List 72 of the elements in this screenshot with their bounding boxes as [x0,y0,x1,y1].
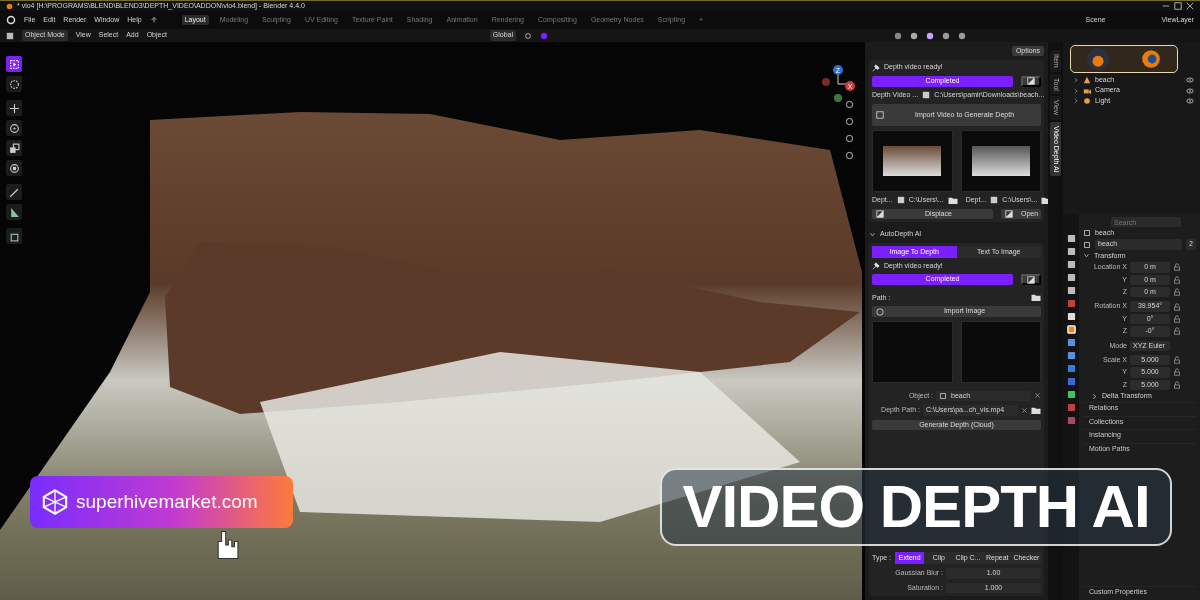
folder-icon[interactable] [1031,405,1041,415]
upload-icon[interactable] [149,16,158,24]
cursor-icon[interactable] [8,78,20,90]
lock-icon[interactable] [1173,380,1181,389]
info-icon [876,307,884,316]
lock-icon[interactable] [1173,288,1181,297]
output-tab-icon[interactable] [1066,260,1076,269]
light-icon [1083,96,1091,105]
view-layer-tab-icon[interactable] [1066,273,1076,282]
object-icon [939,391,947,400]
minimize-icon[interactable] [1162,2,1170,10]
transform-icon[interactable] [8,162,20,174]
checkbox-icon [876,110,884,119]
scale-icon[interactable] [8,142,20,154]
image-icon [1005,209,1013,218]
cube-icon [6,31,14,40]
lock-icon[interactable] [1173,263,1181,272]
hexagon-logo-icon [42,489,68,515]
modifiers-tab-icon[interactable] [1066,338,1076,347]
eye-icon[interactable] [1186,76,1194,85]
image-button[interactable] [1021,274,1041,286]
world-tab-icon[interactable] [1066,299,1076,308]
bee-logo-icon [1086,48,1109,70]
file-icon [922,91,931,100]
blender-logo-icon [1139,48,1162,70]
pencil-icon[interactable] [8,186,20,198]
image-icon [1027,77,1035,86]
object-tab-icon[interactable] [1066,325,1076,334]
physics-tab-icon[interactable] [1066,364,1076,373]
lock-icon[interactable] [1173,314,1181,323]
particles-tab-icon[interactable] [1066,351,1076,360]
move-icon[interactable] [8,102,20,114]
image-button[interactable] [1021,75,1041,87]
file-icon [990,196,999,205]
mesh-icon [1083,76,1091,85]
photo-placeholder [971,145,1030,176]
image-icon [876,209,884,218]
maximize-icon[interactable] [1174,2,1182,10]
clear-icon[interactable] [1034,392,1041,400]
lock-icon[interactable] [1173,327,1181,336]
close-icon[interactable] [1186,2,1194,10]
lock-icon[interactable] [1173,302,1181,311]
wrench-icon [872,262,880,271]
texture-tab-icon[interactable] [1066,416,1076,425]
select-box-icon[interactable] [8,58,20,70]
folder-icon[interactable] [947,195,958,205]
rotate-icon[interactable] [8,122,20,134]
eye-icon[interactable] [1186,96,1194,105]
constraints-tab-icon[interactable] [1066,377,1076,386]
headline-text: VIDEO DEPTH AI [660,468,1172,546]
image-icon [1027,275,1035,284]
eye-icon[interactable] [1186,86,1194,95]
collection-tab-icon[interactable] [1066,312,1076,321]
scene-tab-icon[interactable] [1066,286,1076,295]
tool-tab-icon[interactable] [1066,234,1076,243]
lock-icon[interactable] [1173,368,1181,377]
data-tab-icon[interactable] [1066,390,1076,399]
chevron-icon[interactable] [1091,392,1098,400]
folder-icon[interactable] [1031,293,1041,303]
ruler-icon[interactable] [8,206,20,218]
website-banner[interactable]: superhivemarket.com [30,476,293,528]
photo-placeholder [883,145,942,176]
lock-icon[interactable] [1173,356,1181,365]
chevron-icon[interactable] [869,230,876,238]
render-tab-icon[interactable] [1066,247,1076,256]
lock-icon[interactable] [1173,275,1181,284]
material-tab-icon[interactable] [1066,403,1076,412]
clear-icon[interactable] [1021,406,1028,414]
chevron-icon[interactable] [1083,252,1090,260]
file-icon [896,196,905,205]
pivot-icon[interactable] [540,31,548,40]
wrench-icon [872,63,880,72]
